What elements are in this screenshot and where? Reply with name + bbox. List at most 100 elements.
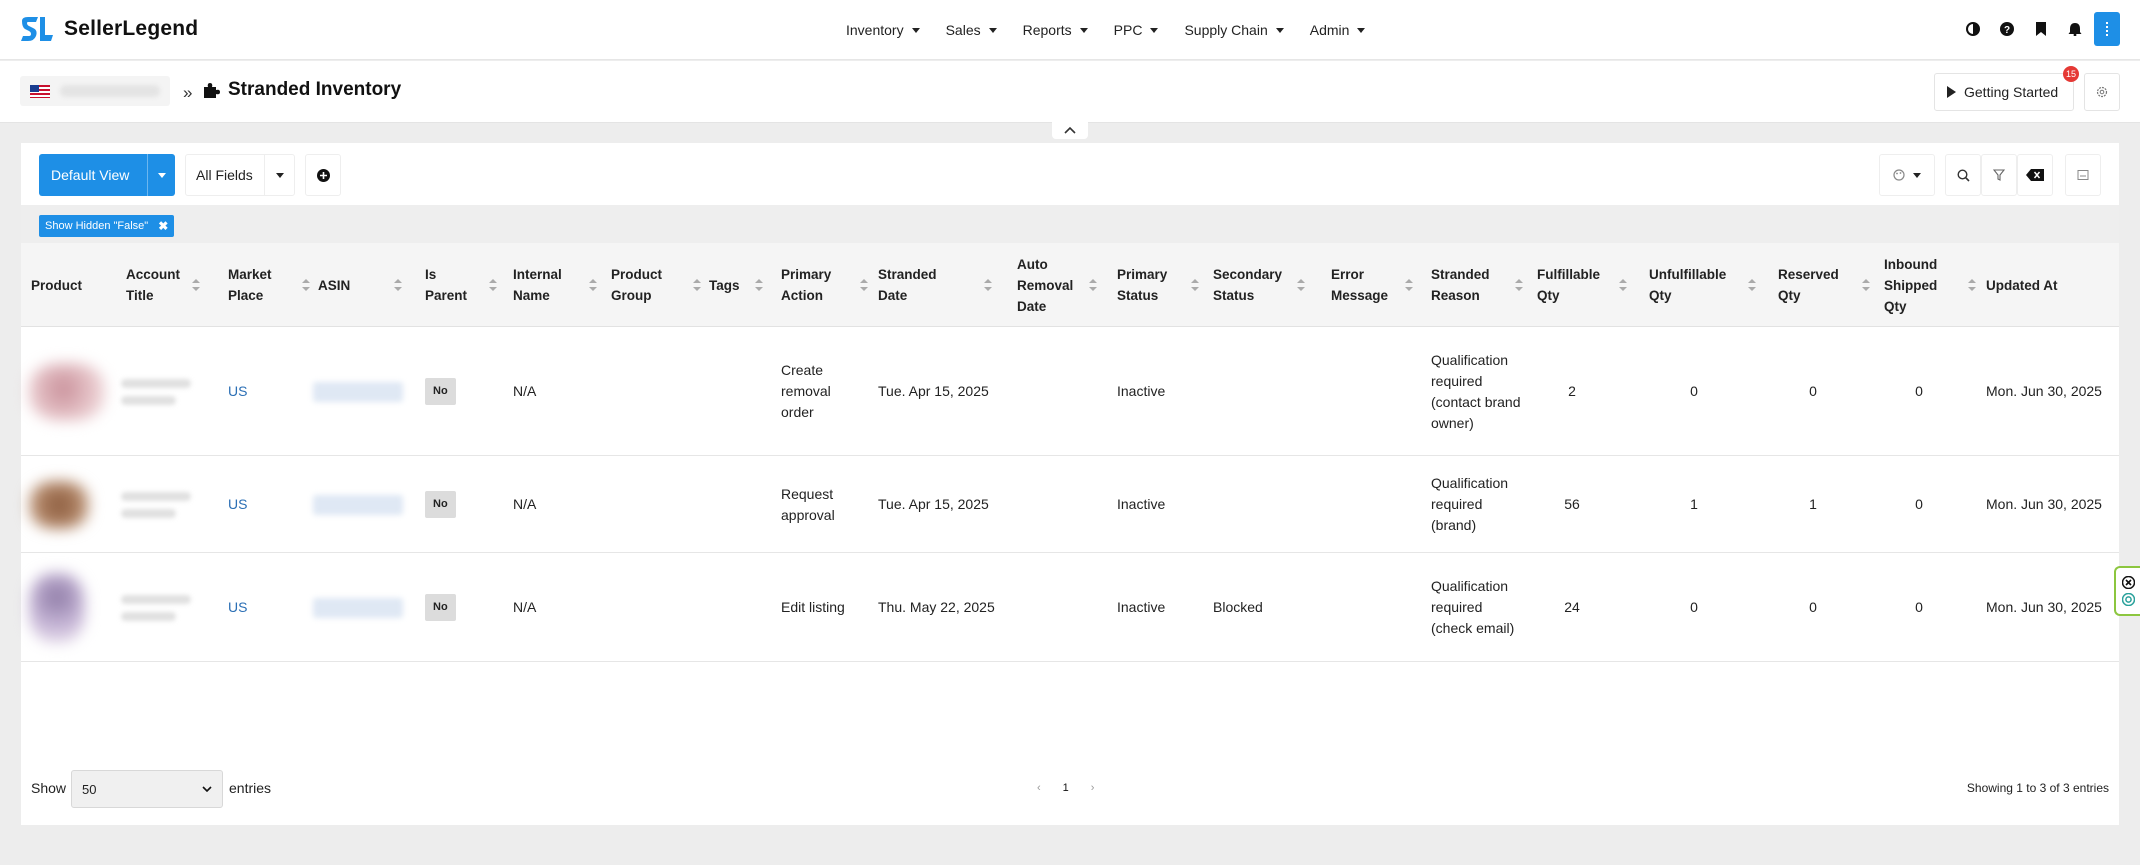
column-label: Primary Status bbox=[1117, 267, 1168, 303]
fields-selector-button[interactable]: All Fields bbox=[185, 154, 295, 196]
dots-icon bbox=[2106, 22, 2108, 36]
chevron-down-icon bbox=[275, 172, 284, 178]
internal-name-cell: N/A bbox=[513, 383, 537, 399]
user-menu-button[interactable] bbox=[2094, 12, 2120, 46]
nav-ppc[interactable]: PPC bbox=[1114, 22, 1159, 38]
table-info: Showing 1 to 3 of 3 entries bbox=[1966, 781, 2109, 795]
page-length-select[interactable]: 50 bbox=[71, 770, 223, 808]
col-tags[interactable]: Tags bbox=[709, 243, 771, 327]
getting-started-label: Getting Started bbox=[1964, 84, 2059, 100]
table-row[interactable]: US No N/A Create removal order Tue. Apr … bbox=[21, 328, 2119, 456]
plus-circle-icon bbox=[316, 168, 330, 182]
getting-started-button[interactable]: Getting Started 15 bbox=[1934, 66, 2079, 111]
marketplace-link[interactable]: US bbox=[228, 457, 308, 552]
status-badge: No bbox=[425, 594, 456, 621]
col-updated-at[interactable]: Updated At bbox=[1986, 243, 2111, 327]
logo-icon bbox=[20, 15, 54, 43]
column-label: Updated At bbox=[1986, 277, 2058, 293]
fields-dropdown-toggle[interactable] bbox=[264, 155, 294, 195]
col-stranded-date[interactable]: Stranded Date bbox=[878, 243, 1000, 327]
col-primary-action[interactable]: Primary Action bbox=[781, 243, 876, 327]
col-internal-name[interactable]: Internal Name bbox=[513, 243, 605, 327]
secondary-status-cell bbox=[1213, 328, 1313, 455]
view-dropdown-toggle[interactable] bbox=[147, 154, 175, 196]
col-fulfillable-qty[interactable]: Fulfillable Qty bbox=[1537, 243, 1635, 327]
close-circle-icon[interactable] bbox=[2121, 576, 2135, 589]
primary-status-cell: Inactive bbox=[1117, 496, 1166, 512]
product-thumbnail[interactable] bbox=[29, 457, 109, 552]
col-primary-status[interactable]: Primary Status bbox=[1117, 243, 1207, 327]
filter-button[interactable] bbox=[1981, 154, 2017, 196]
col-unfulfillable-qty[interactable]: Unfulfillable Qty bbox=[1649, 243, 1764, 327]
page-length-value: 50 bbox=[82, 781, 97, 797]
nav-inventory[interactable]: Inventory bbox=[846, 22, 920, 38]
col-secondary-status[interactable]: Secondary Status bbox=[1213, 243, 1313, 327]
nav-reports[interactable]: Reports bbox=[1023, 22, 1088, 38]
brand-logo[interactable]: SellerLegend bbox=[20, 15, 198, 43]
nav-sales[interactable]: Sales bbox=[946, 22, 997, 38]
account-title-redacted bbox=[121, 457, 201, 552]
internal-name-cell: N/A bbox=[513, 496, 537, 512]
add-view-button[interactable] bbox=[305, 154, 341, 196]
page-settings-button[interactable] bbox=[2084, 73, 2120, 111]
sort-icon bbox=[489, 279, 497, 291]
marketplace-link[interactable]: US bbox=[228, 554, 308, 661]
export-button[interactable] bbox=[2065, 154, 2101, 196]
asin-redacted[interactable] bbox=[313, 457, 413, 552]
column-label: Account Title bbox=[126, 267, 180, 303]
next-page-button[interactable]: › bbox=[1091, 782, 1095, 794]
collapse-header-button[interactable] bbox=[1052, 121, 1088, 139]
page-number-button[interactable]: 1 bbox=[1063, 782, 1069, 794]
svg-text:?: ? bbox=[2004, 25, 2010, 36]
marketplace-link[interactable]: US bbox=[228, 328, 308, 455]
col-market-place[interactable]: Market Place bbox=[228, 243, 318, 327]
theme-toggle-icon[interactable] bbox=[1956, 12, 1990, 46]
prev-page-button[interactable]: ‹ bbox=[1037, 782, 1041, 794]
col-auto-removal-date[interactable]: Auto Removal Date bbox=[1017, 243, 1105, 327]
table-row[interactable]: US No N/A Request approval Tue. Apr 15, … bbox=[21, 457, 2119, 553]
sort-icon bbox=[860, 279, 868, 291]
asin-redacted[interactable] bbox=[313, 328, 413, 455]
col-inbound-shipped-qty[interactable]: Inbound Shipped Qty bbox=[1884, 243, 1984, 327]
view-selector-button[interactable]: Default View bbox=[39, 154, 175, 196]
account-title-redacted bbox=[121, 554, 201, 661]
col-reserved-qty[interactable]: Reserved Qty bbox=[1778, 243, 1878, 327]
nav-admin[interactable]: Admin bbox=[1310, 22, 1366, 38]
search-button[interactable] bbox=[1945, 154, 1981, 196]
col-error-message[interactable]: Error Message bbox=[1331, 243, 1421, 327]
account-selector[interactable] bbox=[20, 76, 170, 106]
sort-icon bbox=[1191, 279, 1199, 291]
close-icon[interactable]: ✖ bbox=[158, 219, 168, 233]
bell-icon[interactable] bbox=[2058, 12, 2092, 46]
chevron-down-icon bbox=[1913, 172, 1921, 178]
active-filters-bar: Show Hidden "False" ✖ bbox=[21, 205, 2119, 243]
chevron-down-icon bbox=[202, 786, 212, 792]
palette-dropdown-button[interactable] bbox=[1879, 154, 1935, 196]
table-footer: Show 50 entries ‹ 1 › Showing 1 to 3 of … bbox=[21, 763, 2119, 813]
inbound-qty-cell: 0 bbox=[1915, 599, 1923, 615]
col-is-parent[interactable]: Is Parent bbox=[425, 243, 505, 327]
nav-supply-chain[interactable]: Supply Chain bbox=[1184, 22, 1284, 38]
col-product-group[interactable]: Product Group bbox=[611, 243, 709, 327]
chevron-down-icon bbox=[1079, 27, 1088, 33]
target-icon[interactable] bbox=[2121, 593, 2135, 606]
secondary-status-cell bbox=[1213, 457, 1313, 552]
sort-icon bbox=[693, 279, 701, 291]
col-asin[interactable]: ASIN bbox=[318, 243, 410, 327]
primary-action-cell: Create removal order bbox=[781, 362, 831, 420]
clear-filters-button[interactable] bbox=[2017, 154, 2053, 196]
asin-redacted[interactable] bbox=[313, 554, 413, 661]
col-product[interactable]: Product bbox=[31, 243, 121, 327]
bookmark-icon[interactable] bbox=[2024, 12, 2058, 46]
col-account-title[interactable]: Account Title bbox=[126, 243, 208, 327]
backspace-icon bbox=[2026, 169, 2044, 181]
product-thumbnail[interactable] bbox=[29, 554, 109, 661]
product-thumbnail[interactable] bbox=[29, 328, 109, 455]
fulfillable-qty-cell: 56 bbox=[1564, 496, 1580, 512]
unfulfillable-qty-cell: 0 bbox=[1690, 599, 1698, 615]
help-icon[interactable]: ? bbox=[1990, 12, 2024, 46]
col-stranded-reason[interactable]: Stranded Reason bbox=[1431, 243, 1531, 327]
filter-chip-show-hidden[interactable]: Show Hidden "False" ✖ bbox=[39, 215, 175, 237]
is-parent-cell: No bbox=[425, 457, 495, 552]
table-row[interactable]: US No N/A Edit listing Thu. May 22, 2025… bbox=[21, 554, 2119, 662]
